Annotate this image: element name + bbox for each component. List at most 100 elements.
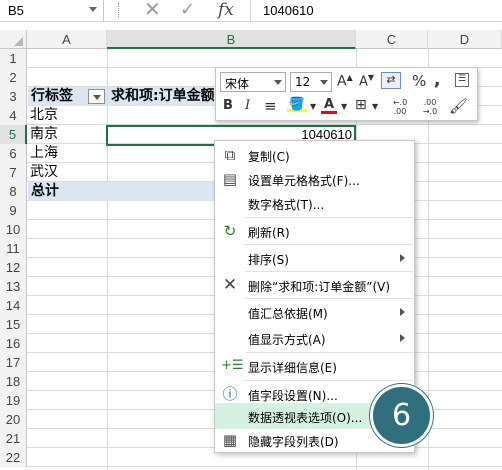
pivot-grand-total[interactable]: 总计 <box>28 182 214 201</box>
font-name-combo[interactable]: 宋体 <box>220 72 286 92</box>
sheet-row: 1 <box>0 49 502 68</box>
row-header[interactable]: 2 <box>0 68 27 87</box>
menu-item-remove-field[interactable]: ✕ 删除“求和项:订单金额”(V) <box>215 272 414 298</box>
row-header[interactable]: 7 <box>0 163 27 182</box>
row-header[interactable]: 1 <box>0 49 27 68</box>
delete-x-icon: ✕ <box>222 275 238 295</box>
menu-item-copy[interactable]: ⧉ 复制(C) <box>215 142 414 168</box>
menu-item-summarize-by[interactable]: 值汇总依据(M) <box>215 299 414 325</box>
pivot-row-item[interactable]: 武汉 <box>30 163 106 182</box>
italic-icon[interactable]: I <box>245 98 250 113</box>
formula-actions: ✕ ✓ fx <box>138 0 248 22</box>
chevron-down-icon[interactable]: ▼ <box>310 102 316 111</box>
format-painter-style-icon[interactable]: ⇄ <box>381 72 401 89</box>
chevron-right-icon <box>400 254 405 262</box>
row-header[interactable]: 17 <box>0 353 27 372</box>
row-header[interactable]: 21 <box>0 429 27 448</box>
menu-item-label: 删除“求和项:订单金额”(V) <box>248 280 391 294</box>
chevron-down-icon[interactable] <box>89 7 97 12</box>
table-format-icon[interactable]: ☰ <box>455 73 469 87</box>
row-header[interactable]: 12 <box>0 258 27 277</box>
row-header[interactable]: 19 <box>0 391 27 410</box>
row-header[interactable]: 6 <box>0 144 27 163</box>
menu-item-label: 复制(C) <box>248 150 290 164</box>
shrink-font-icon[interactable]: A▼ <box>359 73 374 89</box>
column-header-c[interactable]: C <box>356 30 428 49</box>
refresh-icon: ↻ <box>223 222 237 240</box>
copy-icon: ⧉ <box>224 146 236 164</box>
column-header-bar: A B C D <box>0 30 502 49</box>
increase-decimal-icon[interactable]: ←.0 .00 <box>386 98 414 116</box>
percent-style-icon[interactable]: % <box>412 72 426 90</box>
close-icon[interactable]: ✕ <box>144 0 161 21</box>
row-header[interactable]: 16 <box>0 334 27 353</box>
menu-item-label: 设置单元格格式(F)... <box>248 174 360 188</box>
menu-item-label: 值显示方式(A) <box>248 333 326 347</box>
step-number-badge: 6 <box>370 384 433 447</box>
chevron-right-icon <box>400 308 405 316</box>
pivot-row-item[interactable]: 南京 <box>30 125 106 144</box>
bold-icon[interactable]: B <box>223 98 233 113</box>
menu-item-sort[interactable]: 排序(S) <box>215 245 414 271</box>
font-color-icon[interactable]: A <box>321 97 337 114</box>
menu-item-format-cells[interactable]: ▤ 设置单元格格式(F)... <box>215 166 414 192</box>
name-box-value: B5 <box>8 3 24 18</box>
column-header-b[interactable]: B <box>107 30 356 49</box>
align-center-icon[interactable]: ≡ <box>264 97 277 115</box>
row-header[interactable]: 14 <box>0 296 27 315</box>
row-header[interactable]: 8 <box>0 182 27 201</box>
field-list-icon: ▦ <box>222 431 238 449</box>
chevron-down-icon[interactable]: ▼ <box>341 102 347 111</box>
borders-icon[interactable]: ⊞ <box>355 97 367 113</box>
menu-item-number-format[interactable]: 数字格式(T)... <box>215 190 414 216</box>
row-header[interactable]: 18 <box>0 372 27 391</box>
menu-item-refresh[interactable]: ↻ 刷新(R) <box>215 218 414 244</box>
menu-item-label: 值字段设置(N)... <box>248 389 338 403</box>
pivot-row-item[interactable]: 上海 <box>30 144 106 163</box>
menu-item-label: 显示详细信息(E) <box>248 361 337 375</box>
row-header[interactable]: 4 <box>0 106 27 125</box>
font-size-combo[interactable]: 12 <box>290 72 332 92</box>
grow-font-icon[interactable]: A▲ <box>337 73 353 90</box>
menu-item-label: 刷新(R) <box>248 226 290 240</box>
menu-item-label: 数据透视表选项(O)... <box>248 411 363 425</box>
chevron-down-icon[interactable] <box>274 80 282 85</box>
comma-style-icon[interactable]: , <box>434 70 440 90</box>
name-box[interactable]: B5 <box>0 0 104 21</box>
row-header[interactable]: 11 <box>0 239 27 258</box>
show-details-icon: +☰ <box>221 358 244 373</box>
row-header[interactable]: 20 <box>0 410 27 429</box>
chevron-down-icon[interactable] <box>320 80 328 85</box>
insert-function-icon[interactable]: fx <box>218 0 234 20</box>
row-header[interactable]: 15 <box>0 315 27 334</box>
menu-item-show-values-as[interactable]: 值显示方式(A) <box>215 325 414 351</box>
fill-color-icon[interactable]: 🪣 <box>287 97 307 112</box>
filter-dropdown-button[interactable] <box>88 89 105 104</box>
column-header-d[interactable]: D <box>428 30 502 49</box>
mini-toolbar: 宋体 12 A▲ A▼ ⇄ % , ☰ B I ≡ 🪣 ▼ A ▼ ⊞ ▼ ←.… <box>215 67 478 121</box>
chevron-down-icon[interactable]: ▼ <box>372 102 378 111</box>
format-cells-icon: ▤ <box>222 170 238 188</box>
font-size-value: 12 <box>295 75 311 89</box>
format-painter-icon[interactable]: 🖌 <box>449 97 468 115</box>
formula-input[interactable]: 1040610 <box>250 0 502 21</box>
row-header[interactable]: 5 <box>0 125 27 144</box>
select-all-button[interactable] <box>0 30 27 49</box>
decrease-decimal-icon[interactable]: .00 →.0 <box>416 98 444 116</box>
chevron-right-icon <box>400 334 405 342</box>
menu-item-label: 排序(S) <box>248 253 289 267</box>
menu-item-label: 数字格式(T)... <box>248 198 325 212</box>
row-header[interactable]: 9 <box>0 201 27 220</box>
formula-bar-separator <box>118 3 120 17</box>
column-header-a[interactable]: A <box>27 30 107 49</box>
check-icon[interactable]: ✓ <box>180 0 195 20</box>
menu-item-label: 隐藏字段列表(D) <box>248 435 339 449</box>
row-header[interactable]: 22 <box>0 448 27 467</box>
menu-item-show-details[interactable]: +☰ 显示详细信息(E) <box>215 353 414 379</box>
row-header[interactable]: 10 <box>0 220 27 239</box>
pivot-row-item[interactable]: 北京 <box>30 106 106 125</box>
row-header[interactable]: 3 <box>0 87 27 106</box>
field-settings-icon: ⓘ <box>222 385 238 403</box>
row-header[interactable]: 13 <box>0 277 27 296</box>
pivot-value-header[interactable]: 求和项:订单金额 <box>108 87 214 106</box>
